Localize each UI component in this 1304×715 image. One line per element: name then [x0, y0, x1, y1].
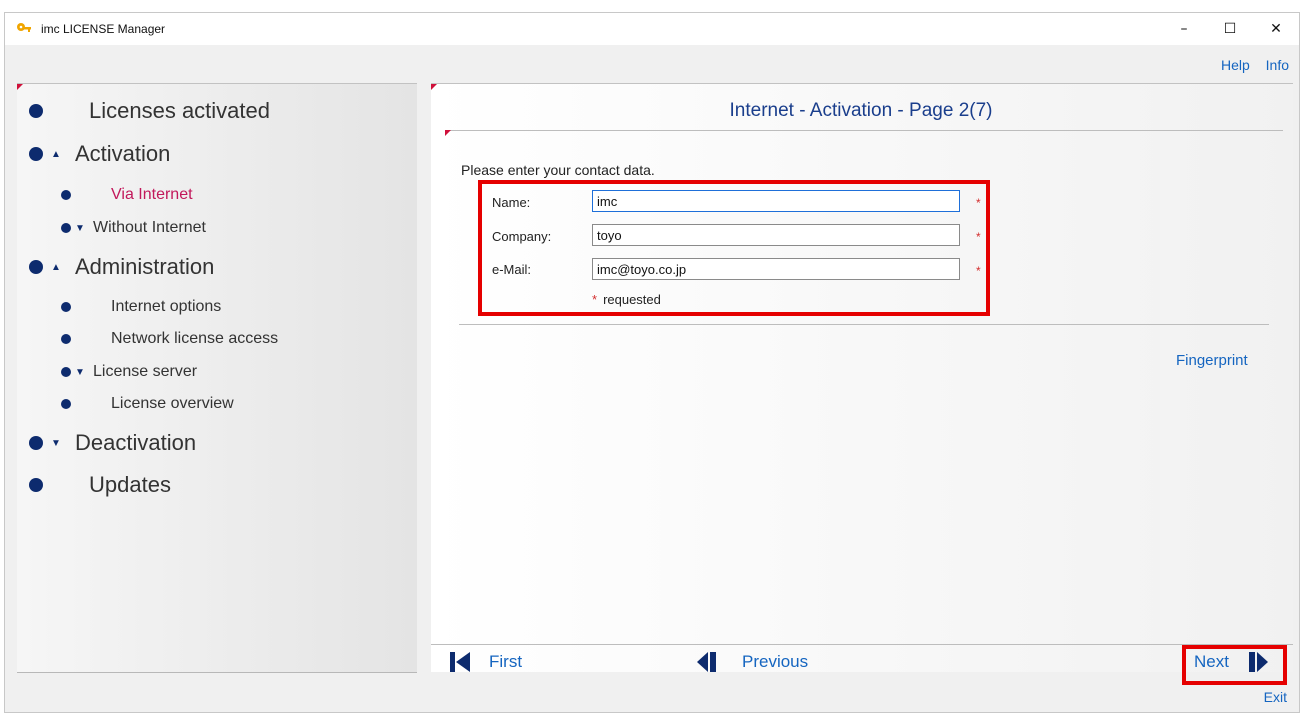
sidebar-item-label: Updates [89, 472, 171, 497]
bullet-icon [29, 147, 43, 161]
required-star: * [976, 264, 981, 278]
bullet-icon [29, 260, 43, 274]
sidebar-item-activation[interactable]: ▲ Activation [17, 141, 170, 167]
sidebar-item-via-internet[interactable]: Via Internet [17, 186, 193, 204]
help-link[interactable]: Help [1221, 57, 1250, 73]
bullet-icon [29, 104, 43, 118]
company-label: Company: [492, 229, 552, 244]
previous-page-icon [697, 652, 716, 672]
sidebar-item-label: Administration [75, 254, 215, 279]
required-star: * [592, 292, 598, 307]
name-label: Name: [492, 195, 531, 210]
first-button[interactable]: First [449, 651, 522, 673]
sidebar-item-internet-options[interactable]: Internet options [17, 298, 221, 316]
email-field[interactable] [592, 258, 960, 280]
required-star: * [976, 196, 981, 210]
bullet-icon [29, 478, 43, 492]
sidebar-item-label: Network license access [111, 330, 279, 347]
contact-form-highlight: Name: * Company: * e-Mail: * * requested [478, 180, 990, 316]
exit-link[interactable]: Exit [1264, 689, 1287, 705]
sidebar-item-label: License server [93, 363, 198, 380]
sidebar-item-license-server[interactable]: ▼ License server [17, 363, 197, 381]
first-page-icon [450, 652, 470, 672]
bullet-icon [61, 367, 71, 377]
email-label: e-Mail: [492, 262, 532, 277]
collapse-arrow-icon: ▲ [51, 148, 61, 160]
intro-text: Please enter your contact data. [461, 162, 655, 178]
required-note-text: requested [603, 292, 661, 307]
corner-marker [445, 130, 451, 136]
sidebar-item-label: Without Internet [93, 219, 206, 236]
collapse-arrow-icon: ▲ [51, 261, 61, 273]
name-field[interactable] [592, 190, 960, 212]
first-label: First [489, 652, 523, 671]
key-icon [17, 23, 31, 32]
minimize-button[interactable]: – [1161, 13, 1207, 45]
bullet-icon [61, 190, 71, 200]
next-page-icon [1248, 652, 1268, 672]
sidebar-item-licenses-activated[interactable]: Licenses activated [17, 98, 270, 124]
next-label: Next [1194, 652, 1229, 671]
corner-marker [17, 84, 23, 90]
title-bar: imc LICENSE Manager – ☐ ✕ [5, 13, 1299, 45]
main-content: Internet - Activation - Page 2(7) Please… [431, 83, 1293, 685]
bullet-icon [29, 436, 43, 450]
wizard-nav-bar: First Previous Next [431, 644, 1293, 685]
maximize-button[interactable]: ☐ [1207, 13, 1253, 45]
info-link[interactable]: Info [1266, 57, 1289, 73]
required-star: * [976, 230, 981, 244]
sidebar-item-deactivation[interactable]: ▼ Deactivation [17, 430, 196, 456]
corner-marker [431, 84, 437, 90]
sidebar-item-label: Via Internet [111, 186, 193, 203]
next-button[interactable]: Next [1194, 651, 1269, 673]
window-title: imc LICENSE Manager [41, 22, 166, 36]
sidebar-nav: Licenses activated ▲ Activation Via Inte… [17, 83, 417, 673]
page-title: Internet - Activation - Page 2(7) [729, 100, 993, 121]
bullet-icon [61, 302, 71, 312]
screenshot-top-strip [0, 0, 1304, 12]
bullet-icon [61, 223, 71, 233]
expand-arrow-icon: ▼ [51, 437, 61, 449]
bullet-icon [61, 399, 71, 409]
sidebar-item-label: License overview [111, 395, 234, 412]
sidebar-item-network-license-access[interactable]: Network license access [17, 330, 278, 348]
sidebar-item-administration[interactable]: ▲ Administration [17, 254, 214, 280]
top-menu-links: Help Info [1209, 57, 1289, 73]
app-window: imc LICENSE Manager – ☐ ✕ Help Info Lice… [4, 12, 1300, 713]
previous-button[interactable]: Previous [696, 651, 808, 673]
sidebar-item-updates[interactable]: Updates [17, 472, 171, 498]
company-field[interactable] [592, 224, 960, 246]
sidebar-item-label: Licenses activated [89, 98, 270, 123]
required-note: * requested [592, 292, 661, 307]
sidebar-item-without-internet[interactable]: ▼ Without Internet [17, 219, 206, 237]
expand-arrow-icon: ▼ [75, 366, 85, 378]
sidebar-item-label: Activation [75, 141, 171, 166]
sidebar-item-label: Internet options [111, 298, 222, 315]
title-divider [445, 130, 1283, 131]
form-divider [459, 324, 1269, 325]
previous-label: Previous [742, 652, 809, 671]
close-button[interactable]: ✕ [1253, 13, 1299, 45]
expand-arrow-icon: ▼ [75, 222, 85, 234]
sidebar-item-label: Deactivation [75, 430, 197, 455]
bullet-icon [61, 334, 71, 344]
sidebar-item-license-overview[interactable]: License overview [17, 395, 234, 413]
fingerprint-link[interactable]: Fingerprint [1176, 352, 1248, 369]
